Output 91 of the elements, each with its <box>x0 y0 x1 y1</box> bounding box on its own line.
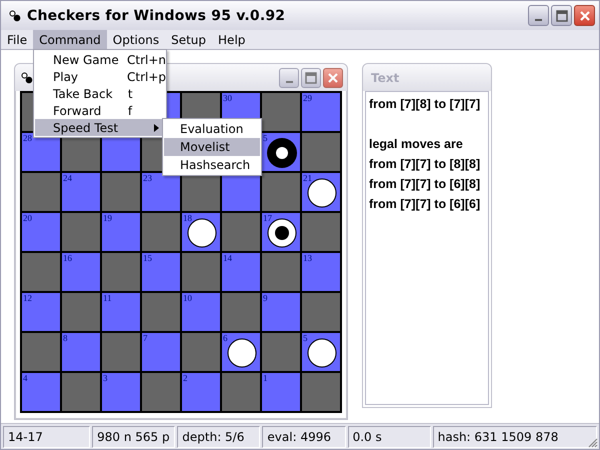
square-number: 14 <box>223 253 232 263</box>
square-number: 5 <box>263 133 268 143</box>
board-square[interactable]: 5 <box>301 332 341 372</box>
square-number: 20 <box>23 213 32 223</box>
maximize-icon <box>556 10 568 22</box>
square-number: 4 <box>23 373 28 383</box>
square-number: 28 <box>23 133 32 143</box>
square-number: 23 <box>143 173 152 183</box>
square-number: 3 <box>103 373 108 383</box>
menu-item[interactable]: Speed Test <box>35 119 165 136</box>
output-line: legal moves are <box>369 136 464 153</box>
square-number: 24 <box>63 173 72 183</box>
square-number: 9 <box>263 293 268 303</box>
square-number: 18 <box>183 213 192 223</box>
close-icon <box>578 10 590 22</box>
board-square[interactable]: 24 <box>61 172 101 212</box>
board-square[interactable]: 18 <box>181 212 221 252</box>
maximize-button[interactable] <box>551 5 572 26</box>
minimize-icon <box>286 80 292 82</box>
board-square[interactable]: 12 <box>21 292 61 332</box>
panel-title: Text <box>371 70 400 84</box>
board-square[interactable]: 14 <box>221 252 261 292</box>
board-square[interactable]: 20 <box>21 212 61 252</box>
close-button[interactable] <box>574 5 595 26</box>
board-square[interactable]: 4 <box>21 372 61 412</box>
checkers-icon <box>9 10 21 22</box>
resize-grip-icon[interactable] <box>586 436 598 448</box>
close-icon <box>327 72 339 84</box>
board-square[interactable]: 6 <box>221 332 261 372</box>
status-field: 980 n 565 p <box>92 426 176 448</box>
status-field: eval: 4996 <box>262 426 346 448</box>
square-number: 17 <box>263 213 272 223</box>
menu-item[interactable]: Movelist <box>164 138 260 156</box>
menu-item[interactable]: New Game Ctrl+n <box>35 51 165 68</box>
menu-item[interactable]: File <box>1 30 34 49</box>
square-number: 1 <box>263 373 268 383</box>
square-number: 8 <box>63 333 68 343</box>
menu-item[interactable]: Take Back t <box>35 85 165 102</box>
square-number: 11 <box>103 293 112 303</box>
close-button[interactable] <box>323 68 343 88</box>
board-square[interactable]: 29 <box>301 92 341 132</box>
square-number: 29 <box>303 93 312 103</box>
board-square[interactable]: 21 <box>301 172 341 212</box>
menu-item[interactable]: Hashsearch <box>164 156 260 174</box>
square-number: 12 <box>23 293 32 303</box>
square-number: 5 <box>303 333 308 343</box>
square-number: 15 <box>143 253 152 263</box>
board-square[interactable]: 10 <box>181 292 221 332</box>
minimize-icon <box>535 18 542 20</box>
square-number: 6 <box>223 333 228 343</box>
board-square[interactable]: 5 <box>261 132 301 172</box>
menu-item[interactable]: Command <box>33 30 107 49</box>
board-square[interactable]: 28 <box>21 132 61 172</box>
output-line: from [7][7] to [6][6] <box>369 196 482 213</box>
board-square[interactable]: 8 <box>61 332 101 372</box>
square-number: 13 <box>303 253 312 263</box>
board-square[interactable]: 11 <box>101 292 141 332</box>
board-square[interactable]: 16 <box>61 252 101 292</box>
board-square[interactable]: 9 <box>261 292 301 332</box>
status-field: hash: 631 1509 878 <box>432 426 597 448</box>
board-square[interactable]: 13 <box>301 252 341 292</box>
status-field: depth: 5/6 <box>177 426 260 448</box>
square-number: 2 <box>183 373 188 383</box>
board-square[interactable]: 2 <box>181 372 221 412</box>
menu-item[interactable]: Setup <box>165 30 212 49</box>
square-number: 21 <box>303 173 312 183</box>
square-number: 19 <box>103 213 112 223</box>
square-number: 10 <box>183 293 192 303</box>
square-number: 30 <box>223 93 232 103</box>
board-square[interactable]: 17 <box>261 212 301 252</box>
maximize-icon <box>305 72 317 84</box>
square-number: 16 <box>63 253 72 263</box>
status-field: 14-17 <box>3 426 90 448</box>
menu-item[interactable]: Options <box>106 30 166 49</box>
board-square[interactable]: 19 <box>101 212 141 252</box>
status-field: 0.0 s <box>348 426 431 448</box>
board-square[interactable]: 15 <box>141 252 181 292</box>
output-line: from [7][7] to [6][8] <box>369 176 482 193</box>
minimize-button[interactable] <box>279 68 299 88</box>
menu-item[interactable]: Help <box>212 30 252 49</box>
board-square[interactable]: 23 <box>141 172 181 212</box>
output-line: from [7][8] to [7][7] <box>369 96 482 113</box>
output-line: from [7][7] to [8][8] <box>369 156 482 173</box>
menu-item[interactable]: Forward f <box>35 102 165 119</box>
board-square[interactable]: 3 <box>101 372 141 412</box>
maximize-button[interactable] <box>301 68 321 88</box>
square-number: 7 <box>143 333 148 343</box>
board-square[interactable]: 1 <box>261 372 301 412</box>
board-square[interactable]: 7 <box>141 332 181 372</box>
minimize-button[interactable] <box>528 5 549 26</box>
window-title: Checkers for Windows 95 v.0.92 <box>27 8 286 24</box>
